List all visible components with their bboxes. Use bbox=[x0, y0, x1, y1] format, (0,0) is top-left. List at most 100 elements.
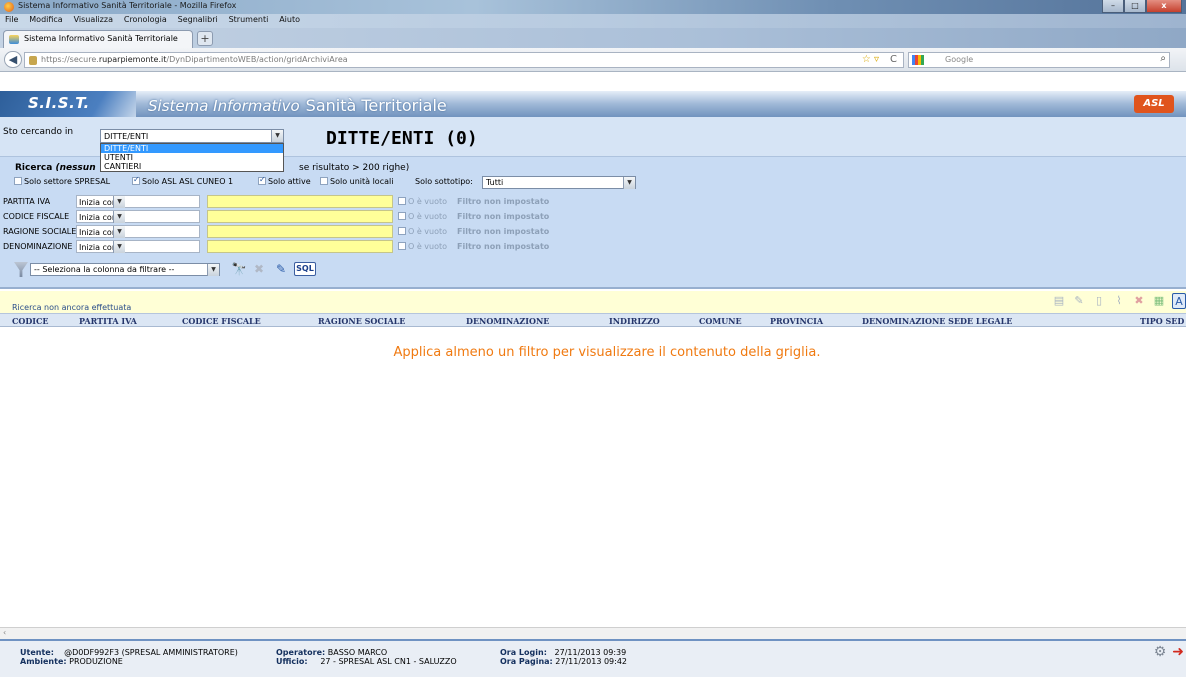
column-header[interactable]: COMUNE bbox=[699, 316, 742, 326]
new-document-icon[interactable]: ▯ bbox=[1092, 293, 1106, 309]
sottotipo-label: Solo sottotipo: bbox=[415, 177, 473, 186]
chevron-down-icon[interactable]: ▼ bbox=[207, 264, 219, 276]
url-bar[interactable]: https://secure.ruparpiemonte.it/DynDipar… bbox=[24, 52, 904, 68]
filter-row: CODICE FISCALE Inizia con ▼ O è vuoto Fil… bbox=[0, 210, 1186, 224]
footer-label: Utente: bbox=[20, 648, 54, 657]
browser-tab[interactable]: Sistema Informativo Sanità Territoriale bbox=[3, 30, 193, 48]
checkbox-label: O è vuoto bbox=[408, 212, 448, 221]
checkbox-label: O è vuoto bbox=[408, 197, 448, 206]
horizontal-scrollbar[interactable]: ‹ bbox=[0, 627, 1186, 639]
filter-value-input[interactable] bbox=[207, 225, 393, 238]
menu-file[interactable]: File bbox=[0, 14, 22, 24]
edit-icon[interactable]: ✎ bbox=[1072, 293, 1086, 309]
firefox-icon bbox=[4, 2, 14, 12]
column-header[interactable]: PROVINCIA bbox=[770, 316, 823, 326]
sottotipo-select[interactable]: Tutti ▼ bbox=[482, 176, 636, 189]
excel-export-icon[interactable]: ▦ bbox=[1152, 293, 1166, 309]
url-prefix: https://secure. bbox=[41, 55, 99, 64]
checkbox-icon[interactable] bbox=[14, 177, 22, 185]
ricerca-heading: Ricerca (nessun bbox=[15, 163, 96, 173]
maximize-button[interactable]: □ bbox=[1124, 0, 1146, 13]
checkbox-icon[interactable] bbox=[398, 212, 406, 220]
attach-icon[interactable]: ⌇ bbox=[1112, 293, 1126, 309]
search-area-select[interactable]: DITTE/ENTI ▼ bbox=[100, 129, 284, 143]
chevron-down-icon[interactable]: ▼ bbox=[113, 196, 125, 208]
column-header[interactable]: TIPO SED bbox=[1140, 316, 1184, 326]
menu-aiuto[interactable]: Aiuto bbox=[275, 14, 304, 24]
column-header[interactable]: PARTITA IVA bbox=[79, 316, 137, 326]
print-icon[interactable]: ▤ bbox=[1052, 293, 1066, 309]
search-icon[interactable]: ⌕ bbox=[1160, 53, 1166, 64]
delete-icon[interactable]: ✖ bbox=[1132, 293, 1146, 309]
close-window-button[interactable]: x bbox=[1146, 0, 1182, 13]
logout-icon[interactable]: ➜ bbox=[1172, 644, 1184, 660]
tab-title: Sistema Informativo Sanità Territoriale bbox=[24, 34, 178, 43]
filter-value-input[interactable] bbox=[207, 195, 393, 208]
filter-operator-select[interactable]: Inizia con ▼ bbox=[76, 195, 200, 208]
checkbox-solo-asl[interactable]: Solo ASL ASL CUNEO 1 bbox=[132, 175, 233, 186]
chevron-down-icon[interactable]: ▼ bbox=[623, 177, 635, 189]
menu-segnalibri[interactable]: Segnalibri bbox=[174, 14, 222, 24]
menu-cronologia[interactable]: Cronologia bbox=[120, 14, 171, 24]
filter-value-input[interactable] bbox=[207, 240, 393, 253]
new-tab-button[interactable]: + bbox=[197, 31, 213, 46]
filter-empty-checkbox[interactable]: O è vuoto bbox=[398, 227, 447, 236]
menu-visualizza[interactable]: Visualizza bbox=[70, 14, 117, 24]
checkbox-icon[interactable] bbox=[258, 175, 266, 185]
column-header[interactable]: RAGIONE SOCIALE bbox=[318, 316, 405, 326]
column-header[interactable]: INDIRIZZO bbox=[609, 316, 660, 326]
bookmark-star-icon[interactable]: ☆ ▿ bbox=[862, 54, 879, 65]
minimize-button[interactable]: – bbox=[1102, 0, 1124, 13]
footer-operator-info: Operatore: BASSO MARCO Ufficio: 27 - SPR… bbox=[276, 648, 457, 666]
column-header[interactable]: CODICE bbox=[12, 316, 48, 326]
sist-logo: S.I.S.T. bbox=[0, 91, 136, 117]
checkbox-solo-settore[interactable]: Solo settore SPRESAL bbox=[14, 177, 110, 186]
filter-empty-checkbox[interactable]: O è vuoto bbox=[398, 212, 447, 221]
grid-toolbar: ▤ ✎ ▯ ⌇ ✖ ▦ A bbox=[1052, 293, 1186, 309]
filter-funnel-icon[interactable] bbox=[14, 262, 28, 277]
column-header[interactable]: DENOMINAZIONE SEDE LEGALE bbox=[862, 316, 1012, 326]
filter-operator-select[interactable]: Inizia con ▼ bbox=[76, 225, 200, 238]
column-header[interactable]: CODICE FISCALE bbox=[182, 316, 261, 326]
reload-icon[interactable]: C bbox=[890, 54, 897, 65]
eraser-icon[interactable]: ✎ bbox=[272, 262, 290, 277]
asl-logo: ASL bbox=[1134, 95, 1174, 113]
filter-operator-select[interactable]: Inizia con ▼ bbox=[76, 240, 200, 253]
dropdown-option[interactable]: DITTE/ENTI bbox=[101, 144, 283, 153]
chevron-down-icon[interactable]: ▼ bbox=[113, 241, 125, 253]
checkbox-solo-unita[interactable]: Solo unità locali bbox=[320, 177, 393, 186]
url-domain: ruparpiemonte.it bbox=[98, 55, 167, 64]
binoculars-icon[interactable]: 🔭 bbox=[230, 262, 248, 277]
filter-status: Filtro non impostato bbox=[457, 197, 550, 206]
chevron-down-icon[interactable]: ▼ bbox=[113, 211, 125, 223]
scroll-left-arrow-icon[interactable]: ‹ bbox=[3, 628, 6, 637]
back-button[interactable]: ◀ bbox=[4, 51, 22, 68]
sql-button[interactable]: SQL bbox=[294, 262, 316, 276]
dropdown-option[interactable]: UTENTI bbox=[101, 153, 283, 162]
column-filter-select[interactable]: -- Seleziona la colonna da filtrare -- ▼ bbox=[30, 263, 220, 276]
checkbox-icon[interactable] bbox=[320, 177, 328, 185]
filter-status: Filtro non impostato bbox=[457, 242, 550, 251]
filter-label: CODICE FISCALE bbox=[3, 212, 70, 221]
checkbox-icon[interactable] bbox=[398, 197, 406, 205]
filter-operator-select[interactable]: Inizia con ▼ bbox=[76, 210, 200, 223]
checkbox-icon[interactable] bbox=[398, 227, 406, 235]
search-area-dropdown: DITTE/ENTI UTENTI CANTIERI bbox=[100, 143, 284, 172]
search-box[interactable]: Google ⌕ bbox=[908, 52, 1170, 68]
chevron-down-icon[interactable]: ▼ bbox=[271, 130, 283, 142]
checkbox-icon[interactable] bbox=[132, 175, 140, 185]
filter-empty-checkbox[interactable]: O è vuoto bbox=[398, 197, 447, 206]
clear-search-icon[interactable]: ✖ bbox=[250, 262, 268, 277]
tools-icon[interactable]: ⚙ bbox=[1154, 644, 1167, 660]
checkbox-solo-attive[interactable]: Solo attive bbox=[258, 175, 311, 186]
menu-modifica[interactable]: Modifica bbox=[25, 14, 66, 24]
menu-strumenti[interactable]: Strumenti bbox=[225, 14, 273, 24]
dropdown-option[interactable]: CANTIERI bbox=[101, 162, 283, 171]
filter-value-input[interactable] bbox=[207, 210, 393, 223]
chevron-down-icon[interactable]: ▼ bbox=[113, 226, 125, 238]
column-header[interactable]: DENOMINAZIONE bbox=[466, 316, 549, 326]
auto-width-icon[interactable]: A bbox=[1172, 293, 1186, 309]
filter-empty-checkbox[interactable]: O è vuoto bbox=[398, 242, 447, 251]
window-titlebar: Sistema Informativo Sanità Territoriale … bbox=[0, 0, 1186, 14]
checkbox-icon[interactable] bbox=[398, 242, 406, 250]
